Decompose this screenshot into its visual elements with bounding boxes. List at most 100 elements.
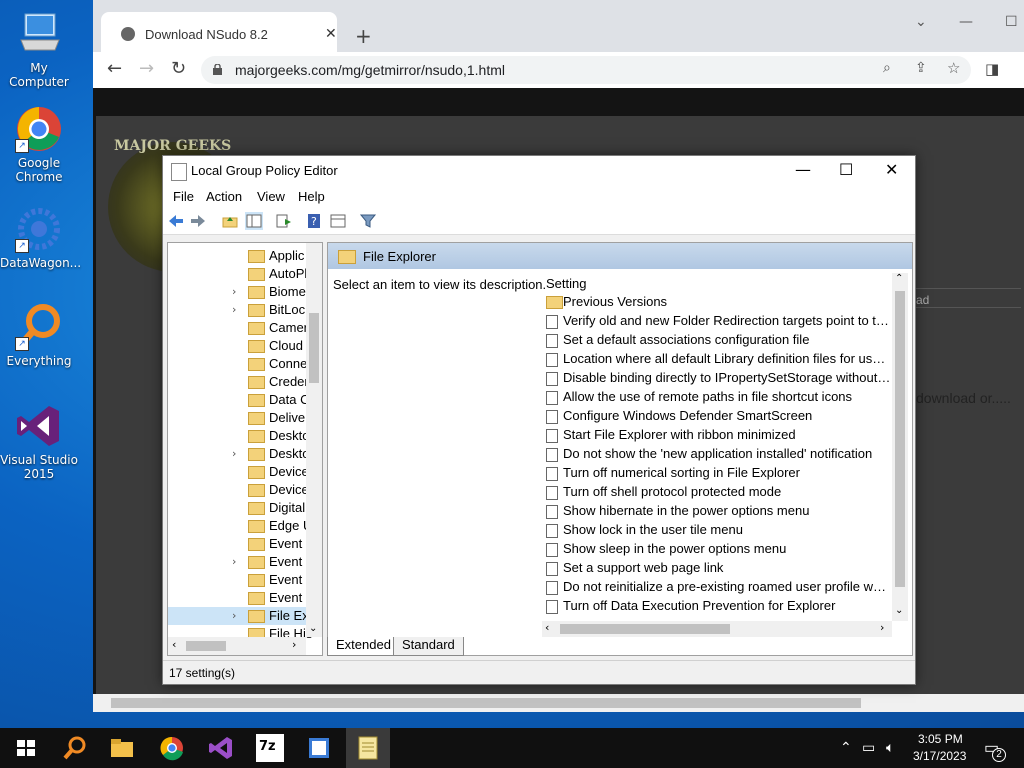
volume-icon[interactable]: 🔈︎ [886, 739, 894, 756]
file-explorer-icon[interactable] [108, 734, 136, 762]
tree-item[interactable]: › Biome [168, 283, 306, 301]
clock-time[interactable]: 3:05 PM [918, 732, 963, 746]
tree-item[interactable]: AutoPl [168, 265, 307, 283]
tree-item[interactable]: Data C [168, 391, 309, 409]
settings-vertical-scrollbar[interactable]: ⌃ ⌄ [892, 273, 908, 621]
setting-row[interactable]: Allow the use of remote paths in file sh… [542, 388, 892, 407]
settings-horizontal-scrollbar[interactable]: ‹ › [542, 621, 892, 637]
back-icon[interactable]: ← [107, 58, 122, 79]
address-bar[interactable]: majorgeeks.com/mg/getmirror/nsudo,1.html… [201, 56, 971, 84]
page-horizontal-scrollbar[interactable] [93, 694, 1024, 712]
setting-row[interactable]: Location where all default Library defin… [542, 350, 892, 369]
close-icon[interactable]: ✕ [885, 160, 898, 179]
side-panel-icon[interactable]: ◨ [985, 60, 999, 78]
expand-chevron-icon[interactable]: › [232, 609, 236, 622]
show-hide-tree-icon[interactable] [245, 212, 263, 230]
desktop-icon-datawagon[interactable]: ↗ DataWagon... [0, 205, 81, 270]
setting-row[interactable]: Turn off numerical sorting in File Explo… [542, 464, 892, 483]
tree-item[interactable]: › BitLocl [168, 301, 308, 319]
expand-chevron-icon[interactable]: › [232, 285, 236, 298]
scrollbar-thumb[interactable] [111, 698, 861, 708]
show-hidden-icons-icon[interactable]: ⌃ [840, 739, 852, 756]
scroll-left-icon[interactable]: ‹ [545, 621, 549, 634]
tree-item[interactable]: Creder [168, 373, 309, 391]
menu-action[interactable]: Action [206, 189, 242, 204]
scrollbar-thumb[interactable] [895, 291, 905, 587]
zoom-search-icon[interactable]: ⌕ [883, 60, 891, 76]
expand-chevron-icon[interactable]: › [232, 447, 236, 460]
expand-chevron-icon[interactable]: › [232, 303, 236, 316]
forward-icon[interactable]: → [139, 58, 154, 79]
reload-icon[interactable]: ↻ [171, 58, 186, 79]
setting-row[interactable]: Previous Versions [542, 293, 892, 312]
tree-item[interactable]: Device [168, 463, 309, 481]
scrollbar-thumb[interactable] [186, 641, 226, 651]
tab-standard[interactable]: Standard [393, 637, 464, 656]
network-icon[interactable]: ▭ [862, 739, 875, 756]
notepad-taskbar-button[interactable] [346, 728, 390, 768]
desktop-icon-google-chrome[interactable]: ↗ Google Chrome [0, 105, 78, 184]
maximize-icon[interactable]: ☐ [839, 160, 853, 179]
setting-row[interactable]: Verify old and new Folder Redirection ta… [542, 312, 892, 331]
close-tab-icon[interactable]: ✕ [325, 26, 337, 42]
tree-item[interactable]: Cloud [168, 337, 306, 355]
setting-row[interactable]: Show sleep in the power options menu [542, 540, 892, 559]
tree-item[interactable]: › Deskto [168, 445, 309, 463]
tree-item[interactable]: Event F [168, 535, 314, 553]
page-download-text[interactable]: download or..... [916, 390, 1011, 406]
clock-date[interactable]: 3/17/2023 [913, 749, 966, 763]
setting-row[interactable]: Show lock in the user tile menu [542, 521, 892, 540]
scrollbar-thumb[interactable] [309, 313, 319, 383]
expand-chevron-icon[interactable]: › [232, 555, 236, 568]
setting-row[interactable]: Show hibernate in the power options menu [542, 502, 892, 521]
policy-editor-taskbar-icon[interactable] [305, 734, 333, 762]
tree-item[interactable]: Edge U [168, 517, 312, 535]
tree-item[interactable]: Event L [168, 571, 313, 589]
setting-row[interactable]: Disable binding directly to IPropertySet… [542, 369, 892, 388]
desktop-icon-everything[interactable]: ↗ Everything [0, 303, 78, 368]
help-icon[interactable]: ? [305, 212, 323, 230]
setting-row[interactable]: Do not reinitialize a pre-existing roame… [542, 578, 892, 597]
7zip-icon[interactable]: 7z [256, 734, 284, 762]
setting-row[interactable]: Turn off Data Execution Prevention for E… [542, 597, 892, 616]
scroll-left-icon[interactable]: ‹ [172, 638, 176, 651]
setting-row[interactable]: Turn off shell protocol protected mode [542, 483, 892, 502]
properties-icon[interactable] [329, 212, 347, 230]
scroll-down-icon[interactable]: ⌄ [309, 623, 317, 634]
back-arrow-icon[interactable] [167, 212, 185, 230]
minimize-icon[interactable]: — [795, 160, 811, 179]
title-bar[interactable]: Local Group Policy Editor — ☐ ✕ [163, 156, 915, 186]
setting-row[interactable]: Set a support web page link [542, 559, 892, 578]
tree-item[interactable]: Deliver [168, 409, 309, 427]
tree-item[interactable]: › Event L [168, 553, 313, 571]
tree-item[interactable]: Deskto [168, 427, 309, 445]
setting-row[interactable]: Configure Windows Defender SmartScreen [542, 407, 892, 426]
setting-row[interactable]: Set a default associations configuration… [542, 331, 892, 350]
tree-vertical-scrollbar[interactable]: ⌄ [306, 243, 322, 637]
scroll-right-icon[interactable]: › [292, 638, 296, 651]
tree-item[interactable]: Digital [168, 499, 306, 517]
browser-tab[interactable]: Download NSudo 8.2 ✕ [101, 12, 337, 56]
desktop-icon-my-computer[interactable]: My Computer [0, 10, 78, 89]
scroll-down-icon[interactable]: ⌄ [895, 605, 903, 616]
tree-item[interactable]: › File Exp [168, 607, 316, 625]
new-tab-icon[interactable]: + [355, 24, 372, 48]
desktop-icon-visual-studio[interactable]: Visual Studio 2015 [0, 402, 78, 481]
tab-extended[interactable]: Extended [327, 637, 400, 656]
export-list-icon[interactable] [275, 212, 293, 230]
column-header-setting[interactable]: Setting [546, 276, 586, 291]
menu-help[interactable]: Help [298, 189, 325, 204]
minimize-icon[interactable]: — [959, 14, 973, 30]
maximize-icon[interactable]: ☐ [1005, 14, 1018, 30]
bookmark-star-icon[interactable]: ☆ [947, 59, 960, 77]
menu-file[interactable]: File [173, 189, 194, 204]
scroll-right-icon[interactable]: › [880, 621, 884, 634]
tree-item[interactable]: Conne [168, 355, 307, 373]
tree-item[interactable]: Device [168, 481, 309, 499]
scrollbar-thumb[interactable] [560, 624, 730, 634]
setting-row[interactable]: Do not show the 'new application install… [542, 445, 892, 464]
tree-item[interactable]: Camer [168, 319, 308, 337]
forward-arrow-icon[interactable] [189, 212, 207, 230]
tree-horizontal-scrollbar[interactable]: ‹ › [168, 637, 306, 655]
chrome-taskbar-icon[interactable] [158, 734, 186, 762]
